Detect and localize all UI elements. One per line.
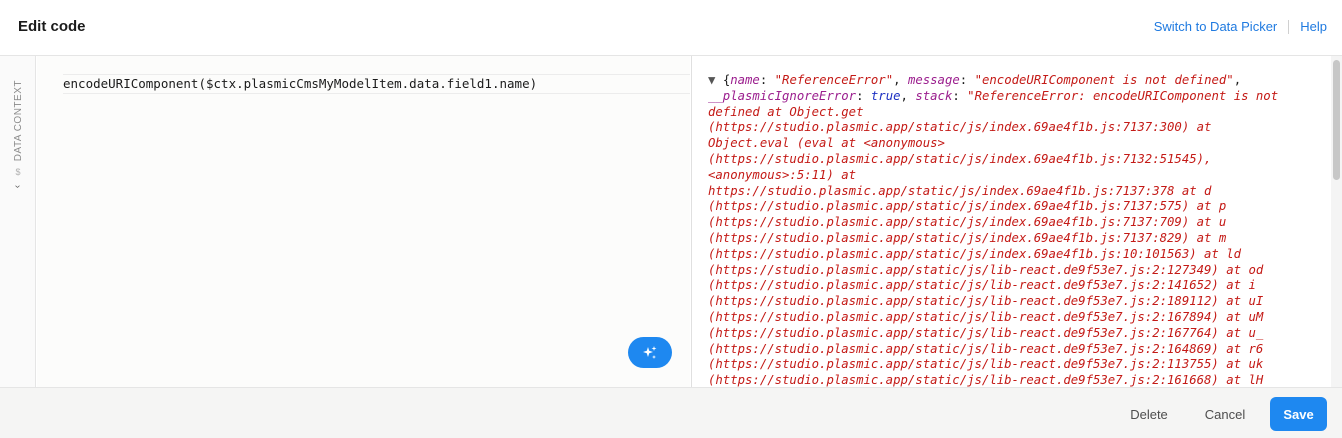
colon: : <box>959 73 975 87</box>
preview-scrollbar-thumb[interactable] <box>1333 60 1340 180</box>
modal-title: Edit code <box>18 18 86 35</box>
value-name: "ReferenceError" <box>774 73 894 87</box>
stack-line: (https://studio.plasmic.app/static/js/li… <box>708 325 1264 340</box>
dollar-icon: $ <box>15 167 21 178</box>
help-link[interactable]: Help <box>1300 19 1327 34</box>
key-message: message <box>907 73 960 87</box>
stack-line: "ReferenceError: encodeURIComponent is n… <box>967 88 1279 103</box>
comma: , <box>900 88 916 103</box>
preview-scrollbar[interactable] <box>1331 56 1342 387</box>
stack-line: (https://studio.plasmic.app/static/js/li… <box>708 262 1264 277</box>
data-context-tab-label: Data Context <box>12 80 24 162</box>
cancel-button[interactable]: Cancel <box>1193 397 1257 431</box>
sparkle-icon <box>643 345 657 359</box>
code-editor-line[interactable]: encodeURIComponent($ctx.plasmicCmsMyMode… <box>63 74 690 94</box>
data-context-tab[interactable]: Data Context $ › <box>6 80 30 256</box>
stack-line: (https://studio.plasmic.app/static/js/in… <box>708 120 1212 135</box>
stack-line: (https://studio.plasmic.app/static/js/li… <box>708 278 1256 293</box>
colon: : <box>856 88 871 103</box>
stack-line: Object.eval (eval at <anonymous> <box>708 136 945 151</box>
code-editor[interactable]: encodeURIComponent($ctx.plasmicCmsMyMode… <box>37 56 690 387</box>
comma: , <box>1233 73 1242 87</box>
stack-line: (https://studio.plasmic.app/static/js/li… <box>708 373 1264 387</box>
value-ignore-error: true <box>870 88 901 103</box>
collapse-toggle-icon[interactable]: ▼ <box>708 73 715 87</box>
preview-line-2: __plasmicIgnoreError: true, stack: "Refe… <box>708 89 1328 105</box>
stack-line: (https://studio.plasmic.app/static/js/li… <box>708 309 1264 324</box>
ai-assist-button[interactable] <box>628 337 672 368</box>
value-message: "encodeURIComponent is not defined" <box>974 73 1234 87</box>
switch-to-data-picker-link[interactable]: Switch to Data Picker <box>1154 19 1278 34</box>
save-button[interactable]: Save <box>1270 397 1327 431</box>
stack-line: (https://studio.plasmic.app/static/js/li… <box>708 341 1264 356</box>
stack-line: (https://studio.plasmic.app/static/js/in… <box>708 215 1227 230</box>
header-divider <box>1288 19 1290 34</box>
stack-line: (https://studio.plasmic.app/static/js/in… <box>708 230 1227 245</box>
key-name: name <box>730 73 760 87</box>
stack-line: (https://studio.plasmic.app/static/js/in… <box>708 199 1227 214</box>
stack-line: <anonymous>:5:11) at <box>708 167 857 182</box>
stack-line: (https://studio.plasmic.app/static/js/in… <box>708 246 1242 261</box>
stack-line: (https://studio.plasmic.app/static/js/li… <box>708 357 1264 372</box>
key-stack: stack <box>915 88 953 103</box>
comma: , <box>893 73 908 87</box>
modal-footer: Delete Cancel Save <box>0 387 1342 438</box>
data-context-sidebar: Data Context $ › <box>0 56 36 387</box>
modal-header: Edit code Switch to Data Picker Help <box>0 0 1342 56</box>
error-output: ▼ {name: "ReferenceError", message: "enc… <box>708 73 1328 387</box>
preview-line-1: ▼ {name: "ReferenceError", message: "enc… <box>708 73 1328 89</box>
colon: : <box>952 88 968 103</box>
result-preview: ▼ {name: "ReferenceError", message: "enc… <box>691 56 1342 387</box>
key-ignore-error: __plasmicIgnoreError <box>708 88 857 103</box>
delete-button[interactable]: Delete <box>1117 397 1181 431</box>
stack-line: defined at Object.get <box>708 104 864 119</box>
stack-line: (https://studio.plasmic.app/static/js/li… <box>708 294 1264 309</box>
header-actions: Switch to Data Picker Help <box>1154 19 1327 34</box>
stack-line: https://studio.plasmic.app/static/js/ind… <box>708 183 1212 198</box>
chevron-icon: › <box>12 185 24 189</box>
stack-line: (https://studio.plasmic.app/static/js/in… <box>708 151 1212 166</box>
colon: : <box>759 73 775 87</box>
